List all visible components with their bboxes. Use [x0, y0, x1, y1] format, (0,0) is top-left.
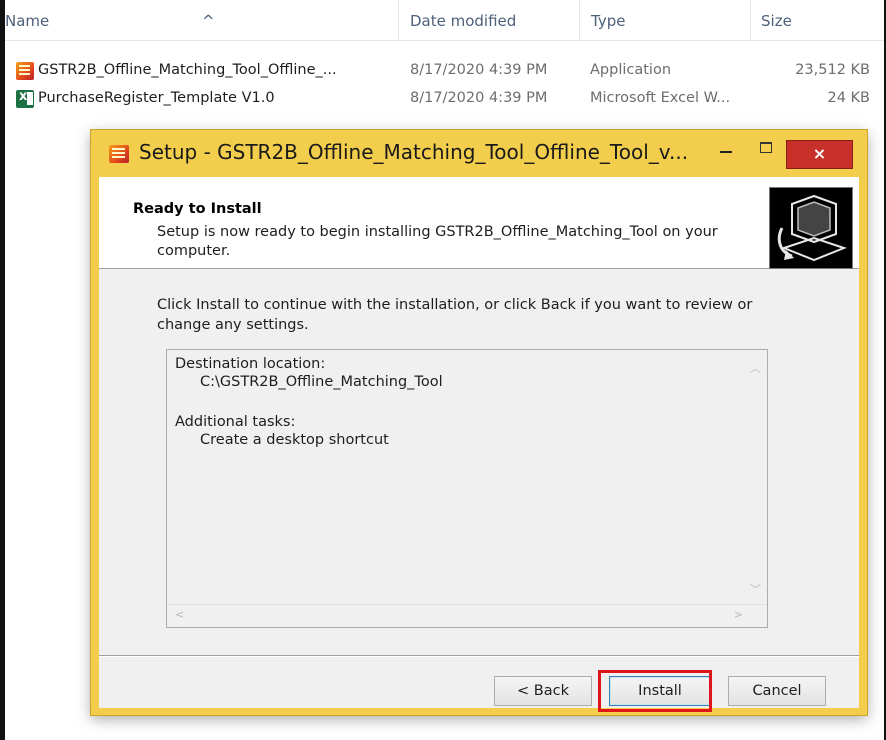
title-bar[interactable]: Setup - GSTR2B_Offline_Matching_Tool_Off… [91, 130, 867, 176]
scroll-down-icon[interactable]: ﹀ [750, 581, 761, 597]
back-button[interactable]: < Back [494, 676, 592, 706]
column-divider[interactable] [398, 0, 399, 40]
ready-memo[interactable]: Destination location: C:\GSTR2B_Offline_… [166, 349, 768, 628]
column-header: Name ^ Date modified Type Size [5, 0, 884, 41]
close-icon: × [812, 144, 827, 163]
scroll-left-icon[interactable]: < [175, 608, 184, 621]
page-title: Ready to Install [133, 201, 262, 217]
instructions-text: Click Install to continue with the insta… [157, 297, 753, 333]
footer-divider [99, 655, 859, 657]
explorer-border [0, 0, 5, 740]
column-size-header[interactable]: Size [761, 12, 792, 30]
file-date: 8/17/2020 4:39 PM [410, 90, 548, 106]
destination-label: Destination location: [175, 356, 326, 372]
maximize-button[interactable] [755, 141, 777, 163]
minimize-button[interactable] [716, 141, 738, 163]
column-date-header[interactable]: Date modified [410, 12, 516, 30]
page-description: Setup is now ready to begin installing G… [157, 224, 718, 259]
file-size: 24 KB [827, 90, 870, 106]
horizontal-scrollbar[interactable] [167, 604, 767, 627]
setup-app-icon[interactable] [109, 145, 129, 163]
file-name: PurchaseRegister_Template V1.0 [38, 90, 275, 106]
column-divider[interactable] [579, 0, 580, 40]
desktop-shortcut-task: Create a desktop shortcut [200, 432, 389, 448]
file-name: GSTR2B_Offline_Matching_Tool_Offline_... [38, 62, 337, 78]
scroll-right-icon[interactable]: > [734, 608, 743, 621]
dialog-client-area: Ready to Install Setup is now ready to b… [99, 177, 859, 708]
file-type: Application [590, 62, 672, 78]
install-highlight-box [598, 670, 712, 712]
column-name-header[interactable]: Name [5, 12, 49, 30]
file-row-application[interactable]: GSTR2B_Offline_Matching_Tool_Offline_...… [10, 58, 870, 84]
computer-install-icon [769, 187, 853, 269]
close-button[interactable]: × [786, 140, 853, 169]
tasks-label: Additional tasks: [175, 414, 296, 430]
file-type: Microsoft Excel W... [590, 90, 731, 106]
application-icon [16, 62, 34, 80]
file-size: 23,512 KB [795, 62, 870, 78]
cancel-button[interactable]: Cancel [728, 676, 826, 706]
setup-dialog: Setup - GSTR2B_Offline_Matching_Tool_Off… [91, 130, 867, 715]
column-type-header[interactable]: Type [591, 12, 625, 30]
destination-path: C:\GSTR2B_Offline_Matching_Tool [200, 374, 443, 390]
file-date: 8/17/2020 4:39 PM [410, 62, 548, 78]
wizard-header: Ready to Install Setup is now ready to b… [99, 177, 859, 269]
scroll-up-icon[interactable]: ︿ [750, 360, 761, 376]
file-row-excel[interactable]: PurchaseRegister_Template V1.0 8/17/2020… [10, 86, 870, 112]
sort-ascending-icon: ^ [202, 12, 215, 30]
excel-file-icon [16, 89, 34, 108]
window-title: Setup - GSTR2B_Offline_Matching_Tool_Off… [139, 140, 689, 164]
column-divider[interactable] [750, 0, 751, 40]
